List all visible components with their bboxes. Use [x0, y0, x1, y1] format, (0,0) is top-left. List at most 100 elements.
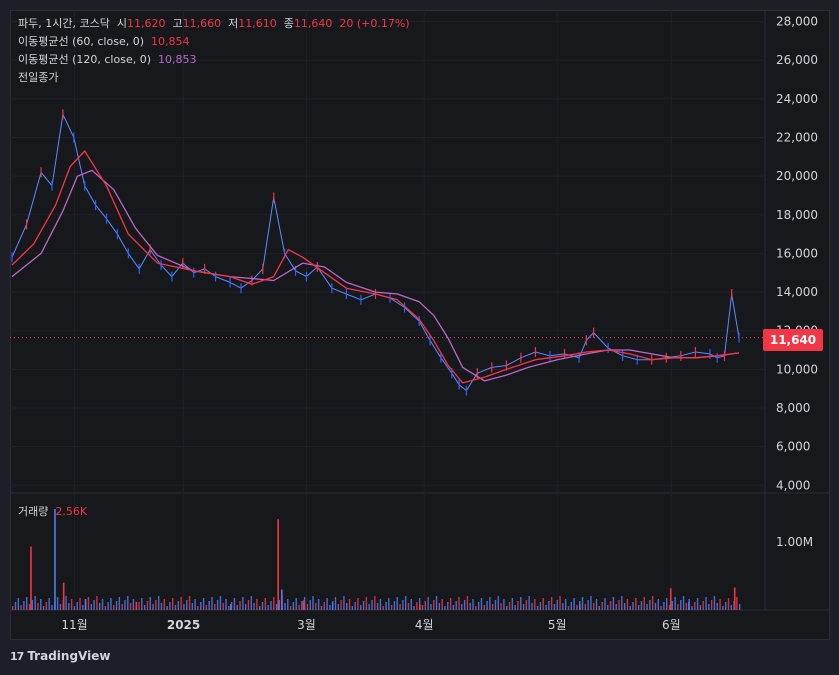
- volume-bar: [233, 598, 236, 610]
- volume-bar: [166, 606, 168, 610]
- volume-bar: [570, 602, 572, 610]
- volume-bar: [581, 597, 584, 610]
- volume-spike: [84, 599, 87, 610]
- ma60-line: [11, 150, 740, 384]
- volume-spike: [280, 589, 283, 610]
- ma120-legend[interactable]: 이동평균선 (120, close, 0) 10,853: [18, 52, 197, 68]
- chart-canvas[interactable]: 28,000 26,000 24,000 22,000 20,000 18,000 16,0…: [10, 10, 830, 640]
- volume-bar: [216, 600, 219, 610]
- volume-bar: [225, 599, 227, 610]
- volume-bar: [531, 603, 533, 610]
- volume-bar: [694, 602, 696, 610]
- volume-bar: [629, 606, 631, 610]
- volume-bar: [710, 600, 713, 610]
- volume-bar: [713, 596, 716, 610]
- volume-bar: [124, 600, 126, 610]
- volume-bar: [486, 601, 488, 610]
- volume-bar: [685, 603, 688, 610]
- time-tick-label: 3월: [297, 618, 316, 632]
- tradingview-icon: 17: [10, 649, 24, 663]
- volume-bar: [340, 600, 342, 610]
- volume-bar: [374, 596, 376, 610]
- volume-bar: [447, 602, 449, 610]
- open-value: 11,620: [126, 17, 166, 30]
- tradingview-logo[interactable]: 17 TradingView: [10, 649, 110, 663]
- volume-bar: [264, 598, 267, 610]
- ma60-value: 10,854: [151, 35, 190, 48]
- volume-bar: [483, 605, 485, 610]
- volume-bar: [362, 601, 365, 610]
- volume-bar: [200, 602, 202, 610]
- volume-bar: [598, 606, 601, 610]
- volume-bar: [169, 602, 171, 610]
- open-label: 시: [116, 17, 127, 30]
- volume-bar: [682, 596, 685, 610]
- volume-spike: [331, 602, 334, 610]
- volume-bar: [14, 602, 17, 610]
- volume-bar: [511, 598, 514, 610]
- volume-bar: [312, 596, 314, 610]
- volume-bar: [480, 598, 483, 610]
- volume-bar: [48, 598, 50, 610]
- volume-bar: [317, 599, 320, 610]
- volume-bar: [214, 604, 216, 610]
- volume-spike: [688, 601, 690, 610]
- volume-bar: [186, 600, 188, 610]
- volume-bar: [666, 598, 668, 610]
- volume-bar: [79, 598, 81, 610]
- volume-bar: [73, 606, 76, 610]
- volume-bar: [660, 606, 662, 610]
- volume-bar: [174, 605, 177, 610]
- volume-bar: [346, 603, 348, 610]
- volume-bar: [259, 606, 261, 610]
- volume-legend[interactable]: 거래량 2.56K: [18, 504, 87, 520]
- volume-bar: [696, 598, 699, 610]
- time-tick-label: 5월: [548, 618, 567, 632]
- ma60-legend[interactable]: 이동평균선 (60, close, 0) 10,854: [18, 34, 190, 50]
- volume-bar: [716, 603, 718, 610]
- volume-bar: [508, 602, 511, 610]
- volume-bar: [104, 606, 107, 610]
- volume-bar: [261, 602, 264, 610]
- volume-bar: [365, 597, 368, 610]
- time-tick-label: 4월: [415, 618, 434, 632]
- volume-bar: [559, 596, 561, 610]
- volume-bar: [329, 605, 331, 610]
- volume-bar: [208, 601, 210, 610]
- volume-bar: [298, 605, 300, 610]
- volume-bar: [500, 603, 502, 610]
- volume-bar: [301, 601, 303, 610]
- volume-bar: [228, 606, 230, 610]
- prev-close-legend[interactable]: 전일종가: [18, 70, 58, 86]
- volume-bar: [702, 601, 704, 610]
- volume-bar: [99, 603, 101, 610]
- ma120-value: 10,853: [158, 53, 197, 66]
- time-tick-label: 6월: [662, 618, 681, 632]
- volume-bar: [371, 600, 373, 610]
- volume-bar: [191, 603, 194, 610]
- volume-spike: [579, 603, 581, 610]
- time-tick-label: 11월: [61, 618, 87, 632]
- volume-bar: [542, 598, 544, 610]
- volume-bar: [556, 600, 558, 610]
- symbol-legend: 파두, 1시간, 코스닥 시11,620 고11,660 저11,610 종11…: [18, 16, 410, 32]
- volume-bar: [132, 599, 135, 610]
- volume-bar: [202, 598, 205, 610]
- volume-bar: [118, 597, 121, 610]
- volume-bar: [671, 601, 674, 610]
- volume-bar: [567, 606, 570, 610]
- volume-bar: [680, 600, 682, 610]
- volume-bar: [609, 601, 612, 610]
- volume-bar: [506, 606, 508, 610]
- price-tick-label: 22,000: [776, 131, 818, 145]
- ma120-label: 이동평균선 (120, close, 0): [18, 53, 151, 66]
- volume-bar: [458, 597, 460, 610]
- volume-bar: [188, 596, 191, 610]
- volume-bar: [348, 599, 351, 610]
- volume-bar: [399, 604, 401, 610]
- volume-bar: [536, 606, 539, 610]
- ma120-line: [11, 169, 740, 382]
- volume-bar: [618, 600, 620, 610]
- volume-bar: [87, 597, 90, 610]
- price-tick-label: 16,000: [776, 246, 818, 260]
